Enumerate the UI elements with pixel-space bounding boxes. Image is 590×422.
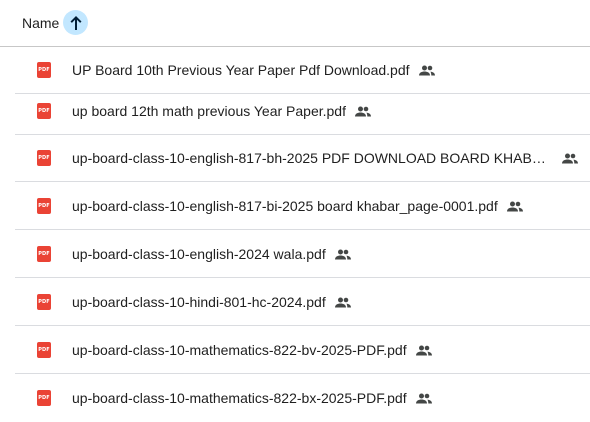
file-row-content: up-board-class-10-hindi-801-hc-2024.pdf <box>72 293 351 311</box>
file-name: up-board-class-10-mathematics-822-bv-202… <box>72 342 407 358</box>
file-row[interactable]: PDF up-board-class-10-english-817-bi-202… <box>15 183 590 230</box>
pdf-icon: PDF <box>37 62 51 78</box>
pdf-icon-text: PDF <box>38 203 50 209</box>
pdf-icon-text: PDF <box>38 67 50 73</box>
file-row-content: up-board-class-10-mathematics-822-bv-202… <box>72 341 432 359</box>
name-column-header[interactable]: Name <box>22 14 59 32</box>
pdf-icon-text: PDF <box>38 395 50 401</box>
arrow-up-icon <box>70 15 81 30</box>
pdf-icon: PDF <box>37 198 51 214</box>
people-icon <box>354 105 371 117</box>
file-row-content: up-board-class-10-english-2024 wala.pdf <box>72 245 351 263</box>
file-name: up board 12th math previous Year Paper.p… <box>72 103 346 119</box>
file-row[interactable]: PDF up-board-class-10-mathematics-822-bv… <box>15 327 590 374</box>
pdf-icon: PDF <box>37 294 51 310</box>
file-name: up-board-class-10-english-817-bi-2025 bo… <box>72 198 498 214</box>
file-row[interactable]: PDF up board 12th math previous Year Pap… <box>15 88 590 135</box>
pdf-icon: PDF <box>37 103 51 119</box>
people-icon <box>334 248 351 260</box>
pdf-icon-text: PDF <box>38 251 50 257</box>
pdf-icon-text: PDF <box>38 108 50 114</box>
sort-direction-button[interactable] <box>63 10 88 35</box>
pdf-icon-text: PDF <box>38 299 50 305</box>
file-row-content: UP Board 10th Previous Year Paper Pdf Do… <box>72 61 435 79</box>
file-name: up-board-class-10-hindi-801-hc-2024.pdf <box>72 294 326 310</box>
people-icon <box>506 200 523 212</box>
people-icon <box>415 392 432 404</box>
file-name: up-board-class-10-english-817-bh-2025 PD… <box>72 150 550 166</box>
people-icon <box>415 344 432 356</box>
file-row[interactable]: PDF up-board-class-10-english-817-bh-202… <box>15 135 590 182</box>
people-icon <box>334 296 351 308</box>
file-list-header: Name <box>0 0 590 47</box>
people-icon <box>562 152 578 164</box>
file-name: up-board-class-10-english-2024 wala.pdf <box>72 246 326 262</box>
people-icon <box>418 64 435 76</box>
file-row[interactable]: PDF up-board-class-10-hindi-801-hc-2024.… <box>15 279 590 326</box>
file-row-content: up-board-class-10-mathematics-822-bx-202… <box>72 389 432 407</box>
file-row[interactable]: PDF UP Board 10th Previous Year Paper Pd… <box>15 47 590 94</box>
file-row[interactable]: PDF up-board-class-10-english-2024 wala.… <box>15 231 590 278</box>
file-row-content: up board 12th math previous Year Paper.p… <box>72 102 371 120</box>
pdf-icon-text: PDF <box>38 347 50 353</box>
file-row[interactable]: PDF up-board-class-10-mathematics-822-bx… <box>15 375 590 422</box>
file-name: up-board-class-10-mathematics-822-bx-202… <box>72 390 407 406</box>
pdf-icon: PDF <box>37 342 51 358</box>
file-row-content: up-board-class-10-english-817-bh-2025 PD… <box>72 149 578 167</box>
pdf-icon: PDF <box>37 246 51 262</box>
pdf-icon-text: PDF <box>38 155 50 161</box>
file-row-content: up-board-class-10-english-817-bi-2025 bo… <box>72 197 523 215</box>
pdf-icon: PDF <box>37 390 51 406</box>
file-name: UP Board 10th Previous Year Paper Pdf Do… <box>72 62 410 78</box>
pdf-icon: PDF <box>37 150 51 166</box>
